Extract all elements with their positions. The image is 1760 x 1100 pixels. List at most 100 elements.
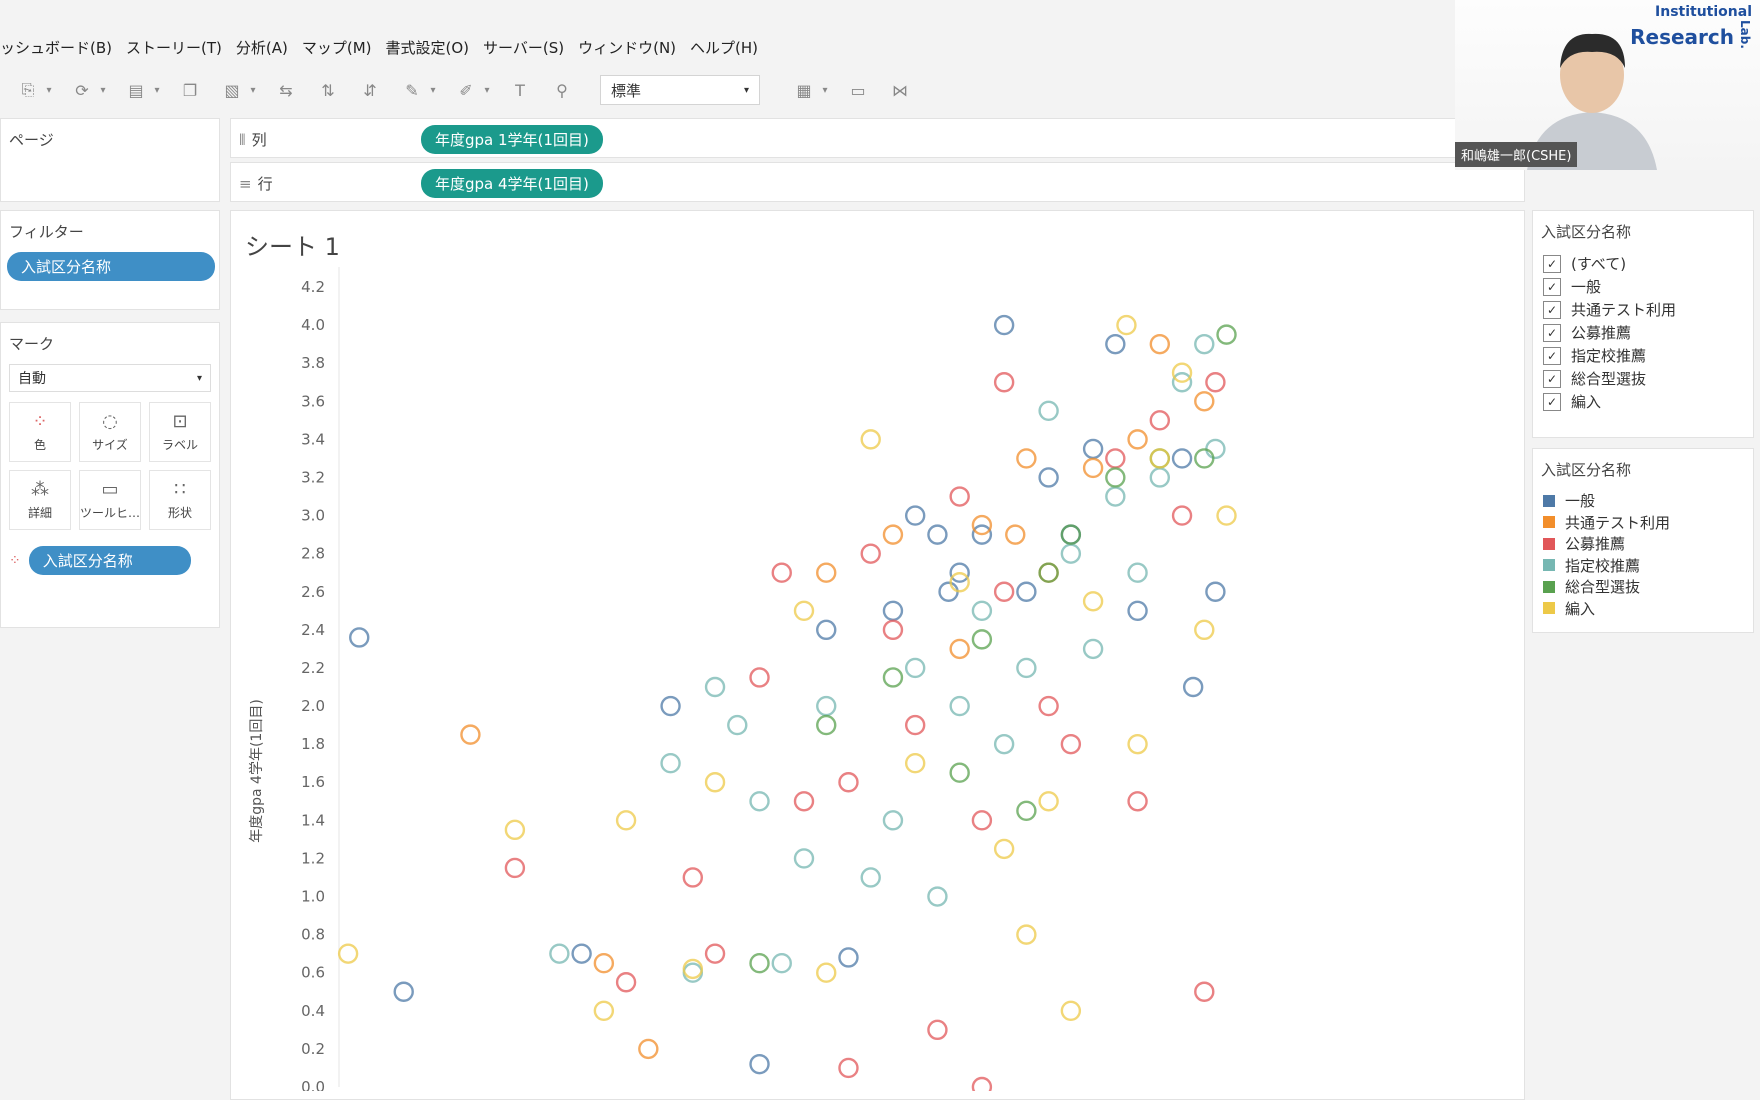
data-point[interactable] xyxy=(1194,391,1215,412)
menu-help[interactable]: ヘルプ(H) xyxy=(690,37,758,58)
data-point[interactable] xyxy=(1127,733,1148,755)
data-point[interactable] xyxy=(749,667,770,688)
mark-detail-button[interactable]: ⁂ 詳細 xyxy=(9,470,71,530)
data-point[interactable] xyxy=(949,486,970,507)
menu-window[interactable]: ウィンドウ(N) xyxy=(578,37,676,58)
filter-option[interactable]: ✓ 編入 xyxy=(1533,390,1753,413)
menu-map[interactable]: マップ(M) xyxy=(302,37,372,58)
data-point[interactable] xyxy=(638,1038,659,1060)
data-point[interactable] xyxy=(838,947,859,968)
data-point[interactable] xyxy=(749,952,770,974)
data-point[interactable] xyxy=(1205,372,1226,393)
data-point[interactable] xyxy=(949,638,970,660)
legend-item[interactable]: 共通テスト利用 xyxy=(1533,512,1753,534)
data-point[interactable] xyxy=(971,810,993,831)
data-point[interactable] xyxy=(1171,448,1193,469)
pin-icon[interactable]: ⚲ xyxy=(548,76,576,104)
data-point[interactable] xyxy=(682,867,704,888)
chevron-down-icon[interactable]: ▾ xyxy=(98,76,108,104)
legend-item[interactable]: 指定校推薦 xyxy=(1533,555,1753,577)
filter-option[interactable]: ✓ 総合型選抜 xyxy=(1533,367,1753,390)
data-point[interactable] xyxy=(1149,467,1171,488)
show-cards-icon[interactable]: ▦ xyxy=(790,76,818,104)
data-point[interactable] xyxy=(549,943,570,964)
data-point[interactable] xyxy=(1149,333,1171,355)
filter-pill[interactable]: 入試区分名称 xyxy=(7,252,215,281)
filter-option[interactable]: ✓ (すべて) xyxy=(1533,252,1753,275)
data-point[interactable] xyxy=(860,543,881,564)
chevron-down-icon[interactable]: ▾ xyxy=(820,76,830,104)
data-point[interactable] xyxy=(882,810,904,831)
data-point[interactable] xyxy=(860,867,881,888)
data-point[interactable] xyxy=(1105,486,1126,507)
data-point[interactable] xyxy=(749,1053,770,1075)
data-point[interactable] xyxy=(1060,524,1082,545)
data-point[interactable] xyxy=(949,695,970,717)
data-point[interactable] xyxy=(793,848,815,869)
checkbox-icon[interactable]: ✓ xyxy=(1543,323,1561,342)
data-point[interactable] xyxy=(1149,410,1171,431)
swap-icon[interactable]: ⇆ xyxy=(272,76,300,104)
data-point[interactable] xyxy=(1060,733,1082,755)
legend-item[interactable]: 編入 xyxy=(1533,598,1753,620)
chevron-down-icon[interactable]: ▾ xyxy=(428,76,438,104)
data-point[interactable] xyxy=(816,619,837,641)
legend-item[interactable]: 総合型選抜 xyxy=(1533,576,1753,598)
data-point[interactable] xyxy=(927,524,948,545)
checkbox-icon[interactable]: ✓ xyxy=(1543,392,1561,411)
data-point[interactable] xyxy=(993,838,1015,860)
data-point[interactable] xyxy=(1194,619,1215,641)
checkbox-icon[interactable]: ✓ xyxy=(1543,300,1561,319)
data-point[interactable] xyxy=(838,1057,859,1079)
data-point[interactable] xyxy=(349,627,370,648)
data-point[interactable] xyxy=(793,600,815,622)
scatter-chart[interactable]: 年度gpa 4学年(1回目) 0.0 0.2 0.4 0.6 0.8 1.0 1.2 1.4 1… xyxy=(231,211,1521,1091)
data-point[interactable] xyxy=(1060,543,1082,564)
data-point[interactable] xyxy=(1016,800,1037,822)
new-sheet-icon[interactable]: ▤ xyxy=(122,76,150,104)
chevron-down-icon[interactable]: ▾ xyxy=(248,76,258,104)
data-point[interactable] xyxy=(816,714,837,736)
data-point[interactable] xyxy=(838,772,859,793)
data-point[interactable] xyxy=(504,857,526,879)
chevron-down-icon[interactable]: ▾ xyxy=(44,76,54,104)
filter-option[interactable]: ✓ 指定校推薦 xyxy=(1533,344,1753,367)
data-point[interactable] xyxy=(1016,657,1037,679)
data-point[interactable] xyxy=(1016,924,1037,945)
data-point[interactable] xyxy=(1082,638,1104,660)
data-point[interactable] xyxy=(727,714,748,736)
group-icon[interactable]: ✐ xyxy=(452,76,480,104)
data-point[interactable] xyxy=(704,772,726,793)
data-point[interactable] xyxy=(927,1019,948,1041)
data-point[interactable] xyxy=(660,752,681,774)
checkbox-icon[interactable]: ✓ xyxy=(1543,369,1561,388)
data-point[interactable] xyxy=(793,791,815,812)
data-point[interactable] xyxy=(615,972,637,993)
data-point[interactable] xyxy=(882,524,904,545)
chevron-down-icon[interactable]: ▾ xyxy=(482,76,492,104)
data-point[interactable] xyxy=(1194,333,1215,355)
data-point[interactable] xyxy=(1127,791,1148,812)
clear-sheet-icon[interactable]: ▧ xyxy=(218,76,246,104)
data-point[interactable] xyxy=(860,429,881,450)
filter-option[interactable]: ✓ 共通テスト利用 xyxy=(1533,298,1753,321)
data-point[interactable] xyxy=(593,952,615,974)
data-point[interactable] xyxy=(1082,457,1104,479)
data-point[interactable] xyxy=(1182,676,1204,698)
data-point[interactable] xyxy=(1016,581,1037,602)
mark-shape-button[interactable]: ∷ 形状 xyxy=(149,470,211,530)
menu-server[interactable]: サーバー(S) xyxy=(483,37,564,58)
data-point[interactable] xyxy=(993,314,1015,336)
data-point[interactable] xyxy=(1105,467,1126,488)
checkbox-icon[interactable]: ✓ xyxy=(1543,346,1561,365)
menu-format[interactable]: 書式設定(O) xyxy=(386,37,470,58)
data-point[interactable] xyxy=(904,714,926,736)
legend-item[interactable]: 一般 xyxy=(1533,490,1753,512)
data-point[interactable] xyxy=(1194,981,1215,1002)
duplicate-icon[interactable]: ❐ xyxy=(176,76,204,104)
data-point[interactable] xyxy=(771,952,792,974)
chevron-down-icon[interactable]: ▾ xyxy=(152,76,162,104)
columns-pill[interactable]: 年度gpa 1学年(1回目) xyxy=(421,125,603,154)
label-toggle-icon[interactable]: T xyxy=(506,76,534,104)
checkbox-icon[interactable]: ✓ xyxy=(1543,254,1561,273)
